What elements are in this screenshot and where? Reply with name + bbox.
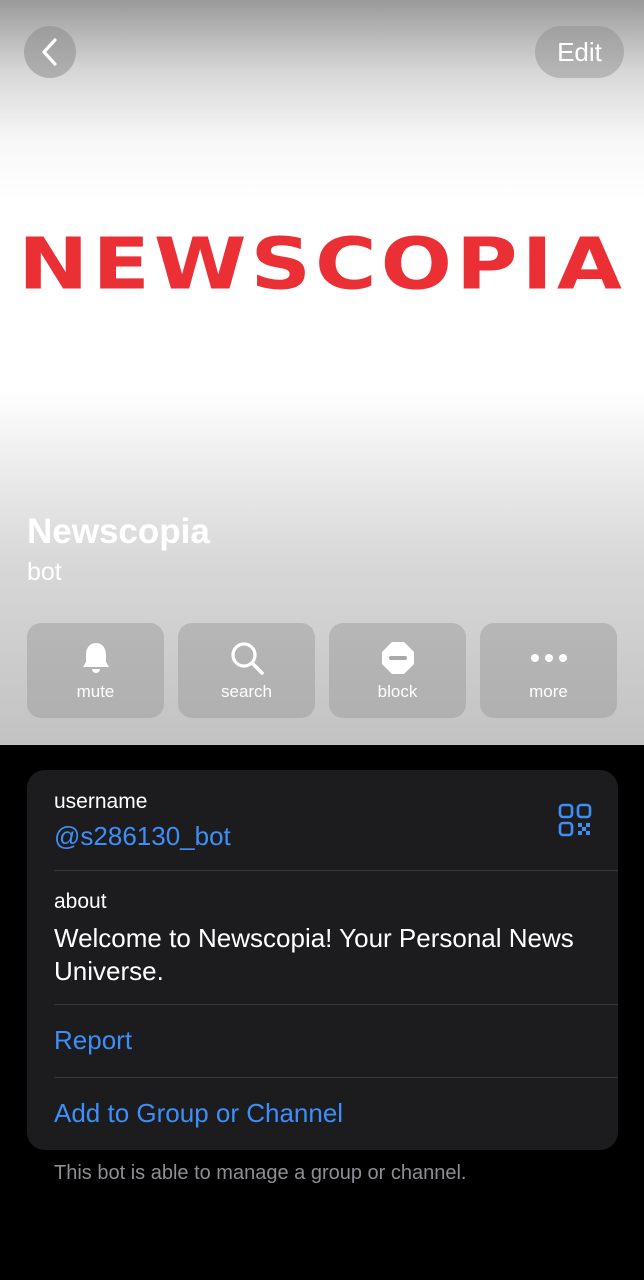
block-label: block xyxy=(377,681,418,701)
bell-icon xyxy=(80,640,112,676)
more-button[interactable]: more xyxy=(480,623,617,718)
search-icon xyxy=(229,640,265,676)
footer-note: This bot is able to manage a group or ch… xyxy=(54,1162,467,1184)
block-button[interactable]: block xyxy=(329,623,466,718)
edit-button[interactable]: Edit xyxy=(535,26,624,78)
report-row[interactable]: Report xyxy=(27,1005,618,1077)
report-button[interactable]: Report xyxy=(54,1025,132,1056)
search-label: search xyxy=(220,681,273,701)
back-button[interactable] xyxy=(24,26,76,78)
more-icon xyxy=(530,640,568,676)
more-label: more xyxy=(529,681,568,701)
info-card: username @s286130_bot about Welcome to N… xyxy=(27,770,618,1150)
add-to-group-button[interactable]: Add to Group or Channel xyxy=(54,1098,343,1129)
profile-name: Newscopia xyxy=(27,512,210,551)
newscopia-logo: NEWSCOPIA xyxy=(18,222,626,306)
about-row: about Welcome to Newscopia! Your Persona… xyxy=(27,871,618,1004)
profile-header: Edit NEWSCOPIA Newscopia bot mute search xyxy=(0,0,644,745)
mute-label: mute xyxy=(76,681,115,701)
add-to-group-row[interactable]: Add to Group or Channel xyxy=(27,1078,618,1150)
chevron-left-icon xyxy=(42,38,57,66)
profile-subtitle: bot xyxy=(27,558,62,586)
block-icon xyxy=(381,640,415,676)
username-row[interactable]: username @s286130_bot xyxy=(27,770,618,870)
mute-button[interactable]: mute xyxy=(27,623,164,718)
action-bar: mute search block more xyxy=(27,623,617,718)
about-text: Welcome to Newscopia! Your Personal News… xyxy=(54,923,574,986)
search-button[interactable]: search xyxy=(178,623,315,718)
qr-code-icon[interactable] xyxy=(558,803,592,842)
about-label: about xyxy=(54,890,107,913)
username-value[interactable]: @s286130_bot xyxy=(54,821,231,852)
username-label: username xyxy=(54,790,148,813)
